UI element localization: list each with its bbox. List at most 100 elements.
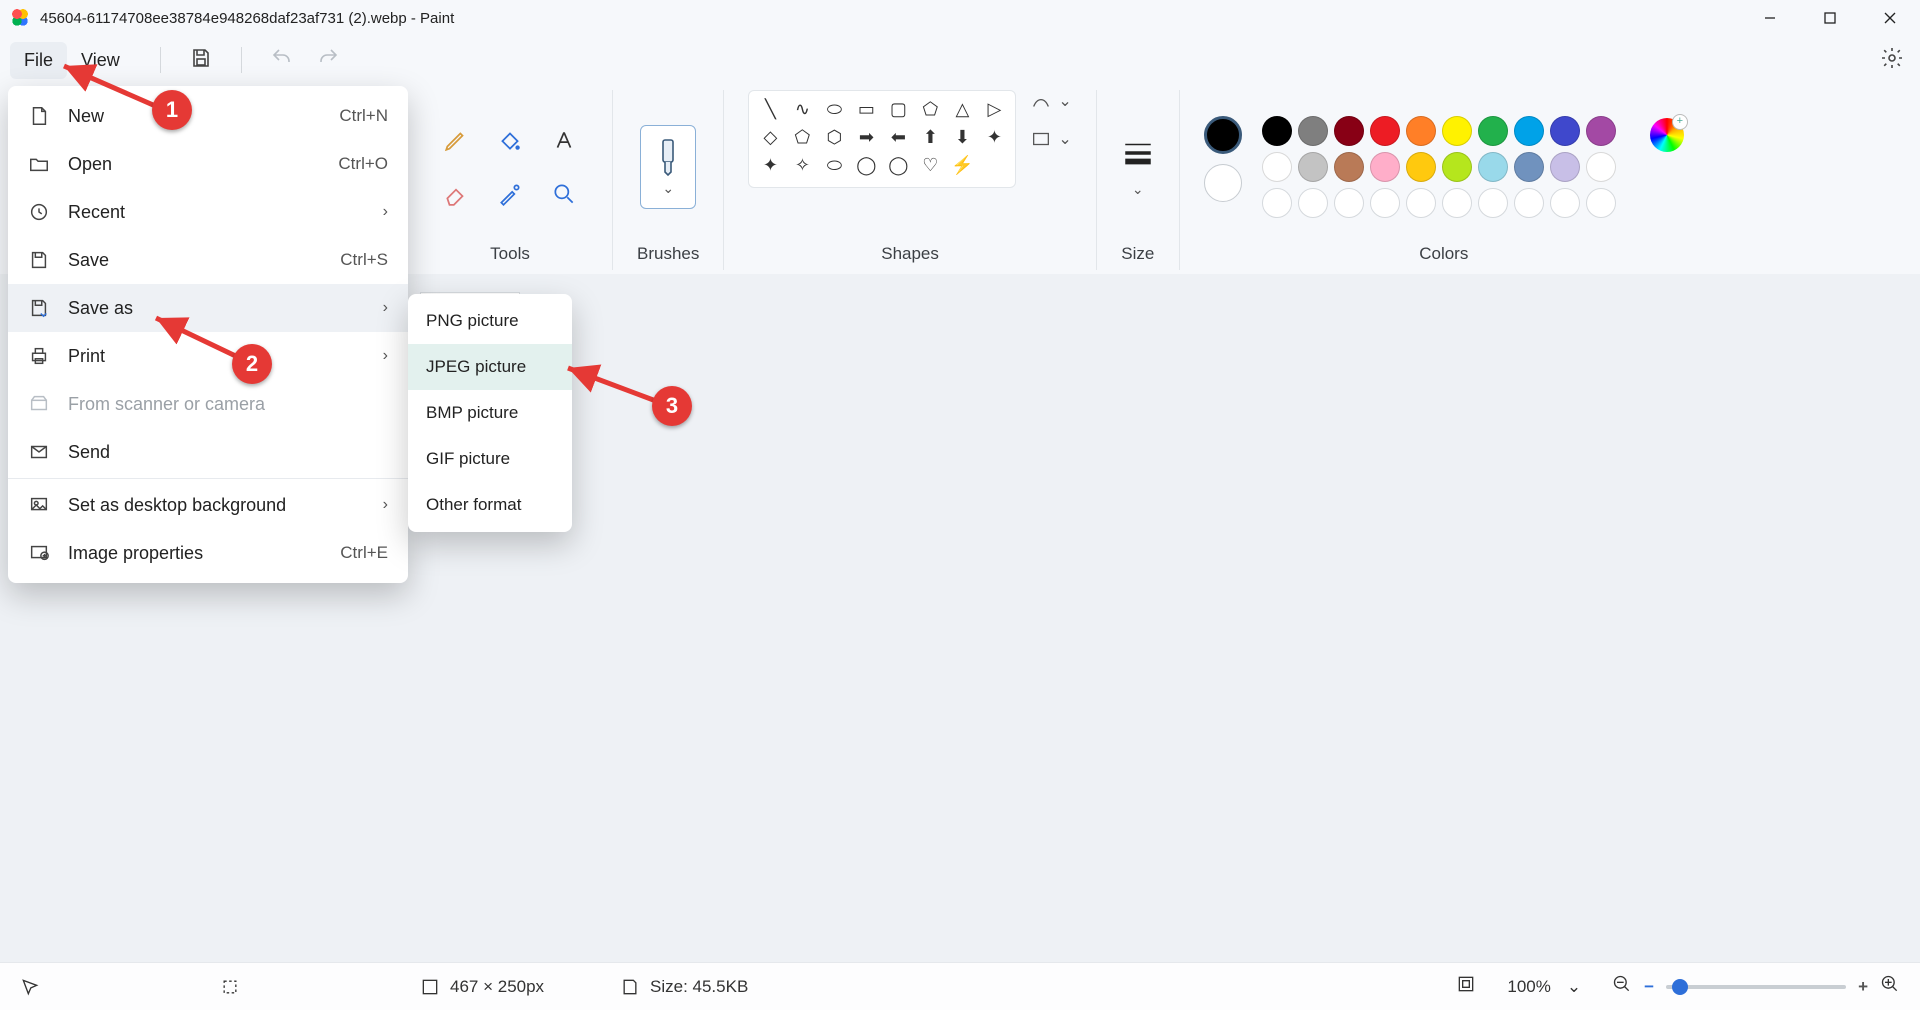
color-swatch-empty[interactable] [1298, 188, 1328, 218]
color-swatch[interactable] [1442, 152, 1472, 182]
group-label-tools: Tools [490, 244, 530, 264]
color-swatch[interactable] [1514, 152, 1544, 182]
color2-swatch[interactable] [1204, 164, 1242, 202]
color-swatch[interactable] [1442, 116, 1472, 146]
submenu-item-bmp[interactable]: BMP picture [408, 390, 572, 436]
chevron-right-icon: › [383, 347, 388, 365]
color-picker-tool[interactable] [486, 170, 534, 218]
group-colors: Colors [1180, 90, 1708, 270]
group-label-shapes: Shapes [881, 244, 939, 264]
color-swatch[interactable] [1406, 116, 1436, 146]
color-swatch-empty[interactable] [1442, 188, 1472, 218]
status-bar: 467 × 250px Size: 45.5KB 100%⌄ − + [0, 962, 1920, 1010]
menu-item-save[interactable]: Save Ctrl+S [8, 236, 408, 284]
menu-item-send[interactable]: Send [8, 428, 408, 476]
color-swatch[interactable] [1586, 116, 1616, 146]
shapes-gallery[interactable]: ╲∿⬭▭▢⬠△▷ ◇⬠⬡➡⬅⬆⬇✦ ✦✧⬭◯◯♡⚡ [748, 90, 1016, 188]
pencil-tool[interactable] [432, 116, 480, 164]
menu-item-recent[interactable]: Recent › [8, 188, 408, 236]
edit-colors-button[interactable] [1650, 118, 1684, 152]
menu-item-open[interactable]: Open Ctrl+O [8, 140, 408, 188]
menu-label: From scanner or camera [68, 394, 388, 415]
chevron-right-icon: › [383, 203, 388, 221]
color-swatch[interactable] [1478, 116, 1508, 146]
annotation-bubble-3: 3 [652, 386, 692, 426]
close-button[interactable] [1860, 0, 1920, 36]
annotation-bubble-2: 2 [232, 344, 272, 384]
color-palette[interactable] [1262, 116, 1616, 218]
zoom-out-button[interactable] [1612, 974, 1632, 999]
shape-outline-button[interactable]: ⌄ [1030, 90, 1071, 112]
group-shapes: ╲∿⬭▭▢⬠△▷ ◇⬠⬡➡⬅⬆⬇✦ ✦✧⬭◯◯♡⚡ ⌄ ⌄ Shapes [724, 90, 1096, 270]
group-label-colors: Colors [1419, 244, 1468, 264]
menu-item-wallpaper[interactable]: Set as desktop background › [8, 481, 408, 529]
title-bar: 45604-61174708ee38784e948268daf23af731 (… [0, 0, 1920, 36]
settings-button[interactable] [1880, 46, 1904, 75]
color-swatch[interactable] [1550, 116, 1580, 146]
cursor-position [20, 977, 220, 997]
color-swatch[interactable] [1334, 152, 1364, 182]
color-swatch[interactable] [1406, 152, 1436, 182]
shape-fill-button[interactable]: ⌄ [1030, 128, 1071, 150]
submenu-item-jpeg[interactable]: JPEG picture [408, 344, 572, 390]
color-swatch-empty[interactable] [1478, 188, 1508, 218]
save-as-submenu: PNG picture JPEG picture BMP picture GIF… [408, 294, 572, 532]
color-swatch[interactable] [1298, 116, 1328, 146]
menu-shortcut: Ctrl+N [339, 106, 388, 126]
color-swatch[interactable] [1370, 152, 1400, 182]
menu-shortcut: Ctrl+S [340, 250, 388, 270]
zoom-level-select[interactable]: 100%⌄ [1496, 972, 1592, 1002]
color-swatch-empty[interactable] [1586, 188, 1616, 218]
redo-button[interactable] [316, 46, 340, 75]
annotation-bubble-1: 1 [152, 90, 192, 130]
color-swatch-empty[interactable] [1334, 188, 1364, 218]
color-swatch[interactable] [1586, 152, 1616, 182]
color-swatch-empty[interactable] [1262, 188, 1292, 218]
submenu-item-other[interactable]: Other format [408, 482, 572, 528]
color-swatch[interactable] [1262, 152, 1292, 182]
color-swatch[interactable] [1478, 152, 1508, 182]
text-tool[interactable] [540, 116, 588, 164]
fit-to-window-button[interactable] [1456, 974, 1476, 999]
fill-tool[interactable] [486, 116, 534, 164]
menu-shortcut: Ctrl+E [340, 543, 388, 563]
zoom-slider[interactable] [1666, 985, 1846, 989]
save-quick-button[interactable] [189, 46, 213, 75]
chevron-down-icon: ⌄ [1567, 977, 1581, 997]
color-swatch[interactable] [1262, 116, 1292, 146]
menu-label: Send [68, 442, 388, 463]
menu-bar: File View [0, 36, 1920, 84]
color-swatch[interactable] [1370, 116, 1400, 146]
menu-label: Save [68, 250, 322, 271]
eraser-tool[interactable] [432, 170, 480, 218]
menu-label: Image properties [68, 543, 322, 564]
selection-size [220, 977, 420, 997]
separator [8, 478, 408, 479]
menu-label: Open [68, 154, 320, 175]
menu-item-scanner: From scanner or camera [8, 380, 408, 428]
zoom-in-button[interactable] [1880, 974, 1900, 999]
menu-item-properties[interactable]: Image properties Ctrl+E [8, 529, 408, 577]
brushes-button[interactable] [640, 125, 696, 209]
minimize-button[interactable] [1740, 0, 1800, 36]
menu-label: Recent [68, 202, 365, 223]
color1-swatch[interactable] [1204, 116, 1242, 154]
undo-button[interactable] [270, 46, 294, 75]
color-swatch[interactable] [1514, 116, 1544, 146]
color-swatch-empty[interactable] [1370, 188, 1400, 218]
color-swatch-empty[interactable] [1514, 188, 1544, 218]
magnifier-tool[interactable] [540, 170, 588, 218]
window-title: 45604-61174708ee38784e948268daf23af731 (… [40, 10, 454, 27]
size-button[interactable] [1121, 136, 1155, 175]
submenu-item-gif[interactable]: GIF picture [408, 436, 572, 482]
color-swatch-empty[interactable] [1550, 188, 1580, 218]
color-swatch[interactable] [1550, 152, 1580, 182]
color-swatch-empty[interactable] [1406, 188, 1436, 218]
submenu-item-png[interactable]: PNG picture [408, 298, 572, 344]
chevron-down-icon: ⌄ [1132, 181, 1144, 198]
color-swatch[interactable] [1334, 116, 1364, 146]
maximize-button[interactable] [1800, 0, 1860, 36]
color-swatch[interactable] [1298, 152, 1328, 182]
group-label-brushes: Brushes [637, 244, 699, 264]
group-label-size: Size [1121, 244, 1154, 264]
